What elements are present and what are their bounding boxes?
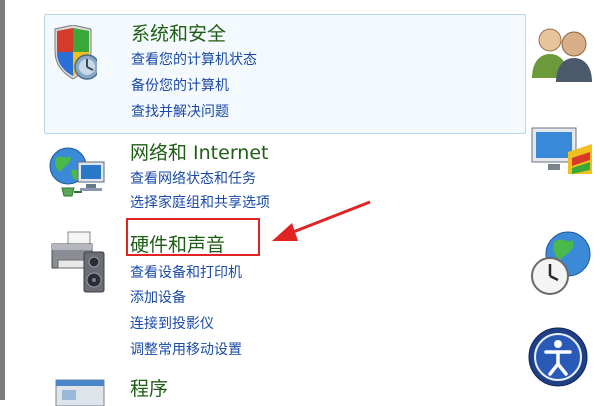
link-homegroup-sharing[interactable]: 选择家庭组和共享选项 <box>130 192 270 212</box>
annotation-arrow-icon <box>272 200 371 241</box>
link-view-network-status[interactable]: 查看网络状态和任务 <box>130 168 256 188</box>
category-title[interactable]: 程序 <box>130 374 168 401</box>
network-globe-icon <box>49 147 105 197</box>
link-view-computer-status[interactable]: 查看您的计算机状态 <box>131 49 257 69</box>
category-title[interactable]: 网络和 Internet <box>130 138 268 165</box>
link-mobility-settings[interactable]: 调整常用移动设置 <box>130 339 242 359</box>
link-add-device[interactable]: 添加设备 <box>130 287 186 307</box>
link-backup-computer[interactable]: 备份您的计算机 <box>131 75 229 95</box>
ease-of-access-icon[interactable] <box>528 326 594 388</box>
category-title[interactable]: 系统和安全 <box>131 19 226 46</box>
window-left-edge <box>0 0 5 400</box>
programs-icon <box>55 379 105 406</box>
clock-globe-icon[interactable] <box>528 228 594 298</box>
shield-icon <box>54 25 97 80</box>
annotation-highlight-box <box>126 218 260 256</box>
appearance-icon[interactable] <box>528 124 594 178</box>
link-devices-printers[interactable]: 查看设备和打印机 <box>130 262 242 282</box>
link-troubleshoot[interactable]: 查找并解决问题 <box>131 101 229 121</box>
printer-speaker-icon <box>51 231 105 293</box>
user-accounts-icon[interactable] <box>528 22 594 82</box>
link-connect-projector[interactable]: 连接到投影仪 <box>130 313 214 333</box>
category-programs[interactable]: 程序 <box>44 370 524 406</box>
category-system-security[interactable]: 系统和安全 查看您的计算机状态 备份您的计算机 查找并解决问题 <box>44 14 526 134</box>
